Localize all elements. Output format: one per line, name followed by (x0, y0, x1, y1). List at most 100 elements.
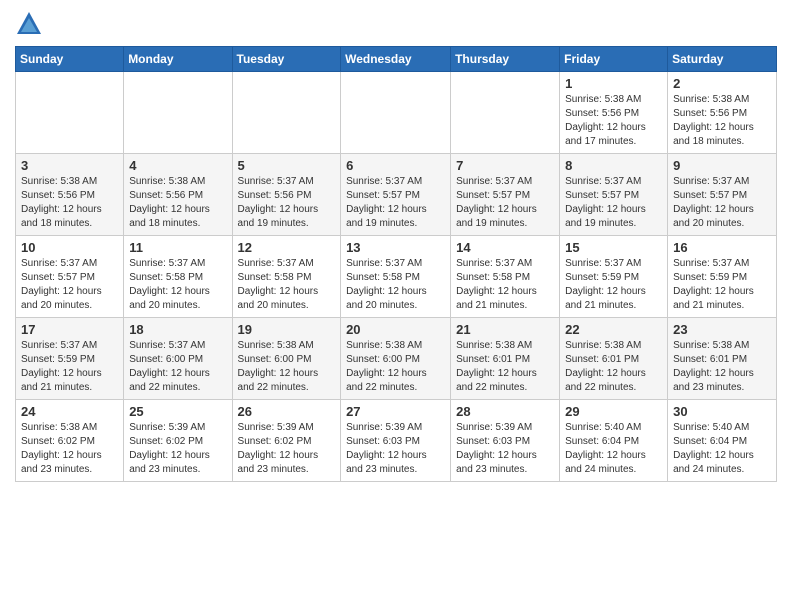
day-number: 5 (238, 158, 336, 173)
day-number: 7 (456, 158, 554, 173)
day-info: Sunrise: 5:37 AM Sunset: 5:58 PM Dayligh… (129, 257, 226, 313)
calendar-cell: 28 Sunrise: 5:39 AM Sunset: 6:03 PM Dayli… (451, 400, 560, 482)
calendar-cell: 1 Sunrise: 5:38 AM Sunset: 5:56 PM Daylig… (560, 72, 668, 154)
day-info: Sunrise: 5:40 AM Sunset: 6:04 PM Dayligh… (565, 421, 662, 477)
calendar-cell: 7 Sunrise: 5:37 AM Sunset: 5:57 PM Daylig… (451, 154, 560, 236)
calendar-cell (232, 72, 341, 154)
calendar-cell: 27Sunrise: 5:39 AM Sunset: 6:03 PM Dayli… (341, 400, 451, 482)
calendar-cell: 17Sunrise: 5:37 AM Sunset: 5:59 PM Dayli… (16, 318, 124, 400)
day-number: 10 (21, 240, 118, 255)
day-number: 12 (238, 240, 336, 255)
day-number: 26 (238, 404, 336, 419)
calendar-cell: 23 Sunrise: 5:38 AM Sunset: 6:01 PM Dayli… (668, 318, 777, 400)
day-number: 3 (21, 158, 118, 173)
day-number: 14 (456, 240, 554, 255)
day-info: Sunrise: 5:40 AM Sunset: 6:04 PM Dayligh… (673, 421, 771, 477)
calendar-cell: 16 Sunrise: 5:37 AM Sunset: 5:59 PM Dayli… (668, 236, 777, 318)
day-number: 23 (673, 322, 771, 337)
calendar-cell: 2Sunrise: 5:38 AM Sunset: 5:56 PM Daylig… (668, 72, 777, 154)
calendar-day-header: Tuesday (232, 47, 341, 72)
day-number: 18 (129, 322, 226, 337)
header (15, 10, 777, 38)
calendar-cell: 14 Sunrise: 5:37 AM Sunset: 5:58 PM Dayli… (451, 236, 560, 318)
day-info: Sunrise: 5:37 AM Sunset: 5:57 PM Dayligh… (673, 175, 771, 231)
day-number: 4 (129, 158, 226, 173)
day-info: Sunrise: 5:37 AM Sunset: 5:57 PM Dayligh… (565, 175, 662, 231)
calendar-cell: 9 Sunrise: 5:37 AM Sunset: 5:57 PM Daylig… (668, 154, 777, 236)
day-number: 24 (21, 404, 118, 419)
calendar-cell (16, 72, 124, 154)
day-number: 22 (565, 322, 662, 337)
day-info: Sunrise: 5:39 AM Sunset: 6:02 PM Dayligh… (129, 421, 226, 477)
calendar-cell: 19 Sunrise: 5:38 AM Sunset: 6:00 PM Dayli… (232, 318, 341, 400)
day-number: 25 (129, 404, 226, 419)
day-number: 2 (673, 76, 771, 91)
day-info: Sunrise: 5:37 AM Sunset: 5:59 PM Dayligh… (673, 257, 771, 313)
day-info: Sunrise: 5:39 AM Sunset: 6:02 PM Dayligh… (238, 421, 336, 477)
calendar-cell: 12 Sunrise: 5:37 AM Sunset: 5:58 PM Dayli… (232, 236, 341, 318)
page: SundayMondayTuesdayWednesdayThursdayFrid… (0, 0, 792, 492)
day-number: 8 (565, 158, 662, 173)
calendar-week-row: 17Sunrise: 5:37 AM Sunset: 5:59 PM Dayli… (16, 318, 777, 400)
logo-icon (15, 10, 43, 38)
day-info: Sunrise: 5:37 AM Sunset: 5:57 PM Dayligh… (21, 257, 118, 313)
calendar-week-row: 3 Sunrise: 5:38 AM Sunset: 5:56 PM Daylig… (16, 154, 777, 236)
day-info: Sunrise: 5:37 AM Sunset: 5:57 PM Dayligh… (456, 175, 554, 231)
calendar-cell: 3 Sunrise: 5:38 AM Sunset: 5:56 PM Daylig… (16, 154, 124, 236)
calendar-week-row: 1 Sunrise: 5:38 AM Sunset: 5:56 PM Daylig… (16, 72, 777, 154)
calendar-cell: 11 Sunrise: 5:37 AM Sunset: 5:58 PM Dayli… (124, 236, 232, 318)
calendar-cell: 22 Sunrise: 5:38 AM Sunset: 6:01 PM Dayli… (560, 318, 668, 400)
calendar-day-header: Sunday (16, 47, 124, 72)
calendar-cell: 8 Sunrise: 5:37 AM Sunset: 5:57 PM Daylig… (560, 154, 668, 236)
calendar-cell: 25 Sunrise: 5:39 AM Sunset: 6:02 PM Dayli… (124, 400, 232, 482)
day-number: 16 (673, 240, 771, 255)
day-info: Sunrise: 5:37 AM Sunset: 6:00 PM Dayligh… (129, 339, 226, 395)
day-info: Sunrise: 5:37 AM Sunset: 5:56 PM Dayligh… (238, 175, 336, 231)
calendar-cell: 13Sunrise: 5:37 AM Sunset: 5:58 PM Dayli… (341, 236, 451, 318)
day-info: Sunrise: 5:37 AM Sunset: 5:58 PM Dayligh… (456, 257, 554, 313)
day-number: 1 (565, 76, 662, 91)
day-info: Sunrise: 5:38 AM Sunset: 6:00 PM Dayligh… (346, 339, 445, 395)
day-number: 9 (673, 158, 771, 173)
day-number: 19 (238, 322, 336, 337)
day-info: Sunrise: 5:37 AM Sunset: 5:57 PM Dayligh… (346, 175, 445, 231)
day-info: Sunrise: 5:39 AM Sunset: 6:03 PM Dayligh… (456, 421, 554, 477)
day-info: Sunrise: 5:38 AM Sunset: 6:01 PM Dayligh… (456, 339, 554, 395)
calendar-cell: 18 Sunrise: 5:37 AM Sunset: 6:00 PM Dayli… (124, 318, 232, 400)
calendar-cell: 29 Sunrise: 5:40 AM Sunset: 6:04 PM Dayli… (560, 400, 668, 482)
day-number: 20 (346, 322, 445, 337)
calendar-cell (451, 72, 560, 154)
day-info: Sunrise: 5:38 AM Sunset: 6:01 PM Dayligh… (673, 339, 771, 395)
day-number: 29 (565, 404, 662, 419)
calendar-cell: 4Sunrise: 5:38 AM Sunset: 5:56 PM Daylig… (124, 154, 232, 236)
day-info: Sunrise: 5:37 AM Sunset: 5:59 PM Dayligh… (21, 339, 118, 395)
calendar-cell: 10 Sunrise: 5:37 AM Sunset: 5:57 PM Dayli… (16, 236, 124, 318)
calendar-day-header: Monday (124, 47, 232, 72)
day-info: Sunrise: 5:38 AM Sunset: 6:02 PM Dayligh… (21, 421, 118, 477)
day-info: Sunrise: 5:37 AM Sunset: 5:58 PM Dayligh… (346, 257, 445, 313)
day-number: 15 (565, 240, 662, 255)
calendar-cell: 15Sunrise: 5:37 AM Sunset: 5:59 PM Dayli… (560, 236, 668, 318)
day-number: 21 (456, 322, 554, 337)
day-info: Sunrise: 5:38 AM Sunset: 5:56 PM Dayligh… (565, 93, 662, 149)
day-number: 28 (456, 404, 554, 419)
calendar-cell: 6 Sunrise: 5:37 AM Sunset: 5:57 PM Daylig… (341, 154, 451, 236)
calendar-cell: 24 Sunrise: 5:38 AM Sunset: 6:02 PM Dayli… (16, 400, 124, 482)
day-number: 27 (346, 404, 445, 419)
calendar-week-row: 24 Sunrise: 5:38 AM Sunset: 6:02 PM Dayli… (16, 400, 777, 482)
day-info: Sunrise: 5:37 AM Sunset: 5:58 PM Dayligh… (238, 257, 336, 313)
day-number: 11 (129, 240, 226, 255)
day-info: Sunrise: 5:38 AM Sunset: 6:00 PM Dayligh… (238, 339, 336, 395)
day-number: 6 (346, 158, 445, 173)
day-info: Sunrise: 5:38 AM Sunset: 6:01 PM Dayligh… (565, 339, 662, 395)
day-info: Sunrise: 5:38 AM Sunset: 5:56 PM Dayligh… (21, 175, 118, 231)
calendar-week-row: 10 Sunrise: 5:37 AM Sunset: 5:57 PM Dayli… (16, 236, 777, 318)
calendar-cell: 30 Sunrise: 5:40 AM Sunset: 6:04 PM Dayli… (668, 400, 777, 482)
calendar-cell (124, 72, 232, 154)
calendar-header-row: SundayMondayTuesdayWednesdayThursdayFrid… (16, 47, 777, 72)
calendar-table: SundayMondayTuesdayWednesdayThursdayFrid… (15, 46, 777, 482)
day-number: 30 (673, 404, 771, 419)
calendar-cell: 26 Sunrise: 5:39 AM Sunset: 6:02 PM Dayli… (232, 400, 341, 482)
calendar-day-header: Friday (560, 47, 668, 72)
calendar-cell: 20 Sunrise: 5:38 AM Sunset: 6:00 PM Dayli… (341, 318, 451, 400)
